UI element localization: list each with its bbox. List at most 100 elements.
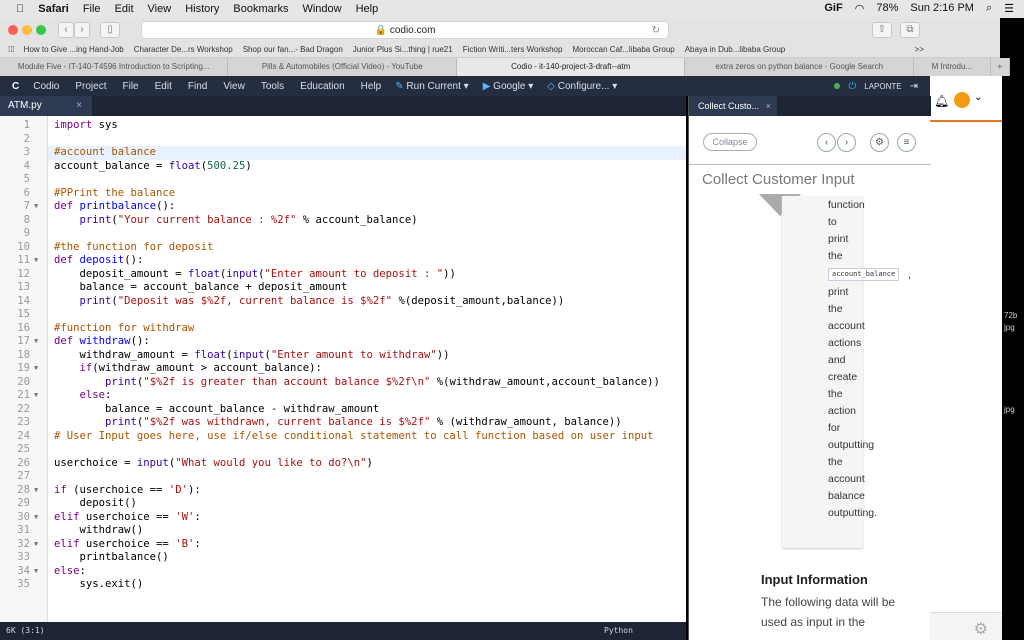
code-line[interactable]: #function for withdraw xyxy=(48,322,686,336)
code-line[interactable] xyxy=(48,470,686,484)
close-icon[interactable]: × xyxy=(766,96,771,116)
close-window-button[interactable] xyxy=(8,25,18,35)
code-line[interactable]: def printbalance(): xyxy=(48,200,686,214)
codio-menu-file[interactable]: File xyxy=(123,81,139,92)
tabs-icon[interactable]: ⧉ xyxy=(900,22,920,38)
new-tab-button[interactable]: + xyxy=(991,58,1010,76)
code-line[interactable]: account_balance = float(500.25) xyxy=(48,160,686,174)
code-editor[interactable]: 1 2 3 4 5 6 7 ▼ 8 9 10 11 ▼ 12 13 14 15 16 17 ▼ 18 19 ▼ 20 21 ▼ 22… xyxy=(0,116,686,622)
gear-icon[interactable]: ⚙ xyxy=(870,133,889,152)
apple-icon[interactable]:  xyxy=(16,3,24,15)
wifi-icon[interactable]: ◠ xyxy=(855,2,865,15)
fold-arrow-icon[interactable]: ▼ xyxy=(34,362,38,376)
fold-arrow-icon[interactable]: ▼ xyxy=(34,511,38,525)
language-mode[interactable]: Python xyxy=(604,622,633,640)
menu-history[interactable]: History xyxy=(185,3,219,15)
bell-icon[interactable]: 🔔︎ xyxy=(934,94,949,108)
reload-icon[interactable]: ↻ xyxy=(652,22,660,40)
code-line[interactable]: elif userchoice == 'B': xyxy=(48,538,686,552)
code-line[interactable]: printbalance() xyxy=(48,551,686,565)
tab-atm-py[interactable]: ATM.py × xyxy=(0,96,92,116)
code-line[interactable]: # User Input goes here, use if/else cond… xyxy=(48,430,686,444)
bookmark-item[interactable]: Fiction Writi...ters Workshop xyxy=(463,45,563,54)
code-line[interactable] xyxy=(48,443,686,457)
code-line[interactable]: if (userchoice == 'D'): xyxy=(48,484,686,498)
bookmark-item[interactable]: Character De...rs Workshop xyxy=(134,45,233,54)
codio-menu-education[interactable]: Education xyxy=(300,81,344,92)
codio-menu-codio[interactable]: Codio xyxy=(33,81,59,92)
codio-menu-help[interactable]: Help xyxy=(361,81,382,92)
code-line[interactable]: balance = account_balance - withdraw_amo… xyxy=(48,403,686,417)
search-icon[interactable]: ⌕ xyxy=(986,2,992,15)
logout-icon[interactable]: ⇥ xyxy=(910,81,918,92)
configure-button[interactable]: ◇ Configure... ▾ xyxy=(547,81,617,92)
next-icon[interactable]: › xyxy=(837,133,856,152)
code-line[interactable]: def withdraw(): xyxy=(48,335,686,349)
codio-logo-icon[interactable]: C xyxy=(12,81,19,92)
code-line[interactable]: elif userchoice == 'W': xyxy=(48,511,686,525)
bookmark-item[interactable]: Moroccan Caf...libaba Group xyxy=(572,45,674,54)
bookmarks-more[interactable]: >> xyxy=(915,45,924,54)
browser-tab[interactable]: Pills & Automobiles (Official Video) - Y… xyxy=(228,58,457,76)
code-line[interactable]: else: xyxy=(48,565,686,579)
bookmark-item[interactable]: Abaya in Dub...libaba Group xyxy=(685,45,786,54)
bookmark-item[interactable]: Shop our fan...- Bad Dragon xyxy=(243,45,343,54)
share-icon[interactable]: ⇧ xyxy=(872,22,892,38)
code-line[interactable] xyxy=(48,308,686,322)
fold-arrow-icon[interactable]: ▼ xyxy=(34,200,38,214)
list-icon[interactable]: ☰ xyxy=(1004,2,1014,15)
code-line[interactable]: def deposit(): xyxy=(48,254,686,268)
fold-arrow-icon[interactable]: ▼ xyxy=(34,335,38,349)
menu-icon[interactable]: ≡ xyxy=(897,133,916,152)
grid-icon[interactable]: ⁞⁞⁞ xyxy=(8,45,15,54)
zoom-button[interactable] xyxy=(36,25,46,35)
browser-tab[interactable]: M Introdu... xyxy=(914,58,991,76)
avatar[interactable] xyxy=(954,92,970,108)
code-line[interactable]: print("Your current balance : %2f" % acc… xyxy=(48,214,686,228)
collapse-button[interactable]: Collapse xyxy=(703,133,757,151)
close-icon[interactable]: × xyxy=(76,96,82,116)
fold-arrow-icon[interactable]: ▼ xyxy=(34,484,38,498)
fold-arrow-icon[interactable]: ▼ xyxy=(34,538,38,552)
browser-tab[interactable]: Codio - it-140-project-3-draft--atm xyxy=(456,58,686,76)
url-bar[interactable]: 🔒 codio.com ↻ xyxy=(141,21,669,39)
power-icon[interactable]: ⏻ xyxy=(848,81,856,92)
codio-menu-edit[interactable]: Edit xyxy=(155,81,172,92)
code-line[interactable]: import sys xyxy=(48,119,686,133)
run-current-button[interactable]: ✎ Run Current ▾ xyxy=(395,81,468,92)
prev-icon[interactable]: ‹ xyxy=(817,133,836,152)
gear-icon[interactable]: ⚙ xyxy=(974,619,988,639)
code-line[interactable] xyxy=(48,133,686,147)
user-name[interactable]: LAPONTE xyxy=(864,82,901,91)
tab-collect-customer[interactable]: Collect Custo... × xyxy=(689,96,777,116)
code-line[interactable]: deposit_amount = float(input("Enter amou… xyxy=(48,268,686,282)
code-line[interactable]: sys.exit() xyxy=(48,578,686,592)
menu-window[interactable]: Window xyxy=(302,3,341,15)
code-line[interactable]: print("$%2f was withdrawn, current balan… xyxy=(48,416,686,430)
code-line[interactable]: #the function for deposit xyxy=(48,241,686,255)
menu-bookmarks[interactable]: Bookmarks xyxy=(233,3,288,15)
google-button[interactable]: ▶ Google ▾ xyxy=(483,81,534,92)
bookmark-item[interactable]: Junior Plus Si...thing | rue21 xyxy=(353,45,453,54)
codio-menu-find[interactable]: Find xyxy=(188,81,207,92)
code-line[interactable]: #account balance xyxy=(48,146,686,160)
code-line[interactable] xyxy=(48,173,686,187)
menu-help[interactable]: Help xyxy=(356,3,379,15)
code-line[interactable]: withdraw() xyxy=(48,524,686,538)
code-line[interactable]: print("Deposit was $%2f, current balance… xyxy=(48,295,686,309)
browser-tab[interactable]: Module Five - IT-140-T4596 Introduction … xyxy=(0,58,229,76)
codio-menu-project[interactable]: Project xyxy=(75,81,106,92)
forward-button[interactable]: › xyxy=(74,22,90,38)
code-line[interactable]: userchoice = input("What would you like … xyxy=(48,457,686,471)
browser-tab[interactable]: extra zeros on python balance - Google S… xyxy=(685,58,914,76)
menu-app[interactable]: Safari xyxy=(38,3,69,15)
bookmark-item[interactable]: How to Give ...ing Hand-Job xyxy=(24,45,124,54)
minimize-button[interactable] xyxy=(22,25,32,35)
fold-arrow-icon[interactable]: ▼ xyxy=(34,254,38,268)
code-line[interactable]: print("$%2f is greater than account bala… xyxy=(48,376,686,390)
codio-menu-tools[interactable]: Tools xyxy=(261,81,284,92)
chevron-down-icon[interactable]: ⌄ xyxy=(974,92,982,103)
fold-arrow-icon[interactable]: ▼ xyxy=(34,565,38,579)
code-line[interactable]: deposit() xyxy=(48,497,686,511)
code-line[interactable]: #PPrint the balance xyxy=(48,187,686,201)
